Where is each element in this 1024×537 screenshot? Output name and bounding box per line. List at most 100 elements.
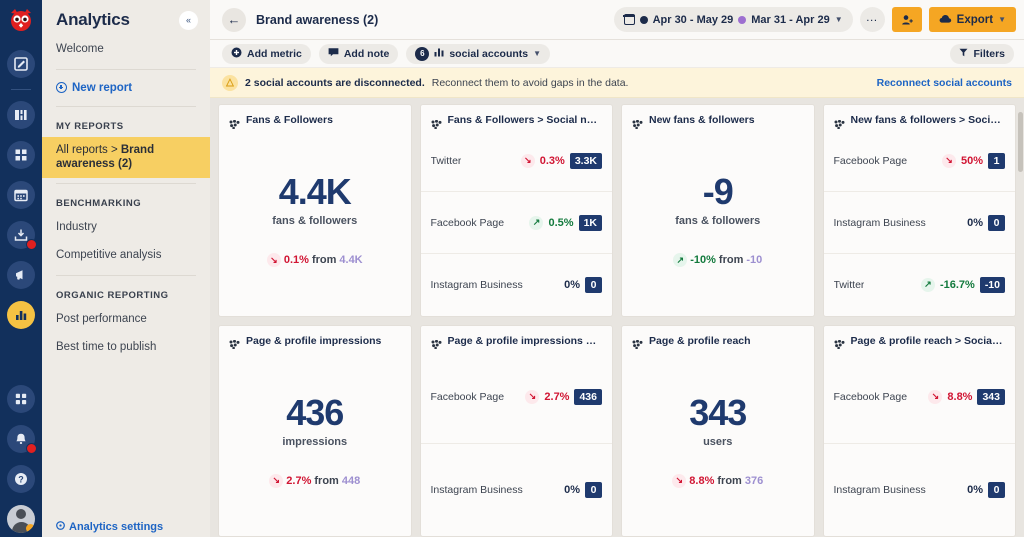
streams-icon[interactable] [7,101,35,129]
row-delta-pct: 8.8% [947,390,973,403]
bar-chart-icon [434,47,444,60]
row-metrics: 0% 0 [962,214,1005,231]
row-account-name: Facebook Page [833,390,908,403]
trend-down-icon: ↘ [928,389,943,404]
hootsuite-owl-logo[interactable] [6,6,36,36]
add-note-button[interactable]: Add note [318,43,399,64]
add-metric-button[interactable]: Add metric [222,43,311,64]
plus-circle-icon [56,82,67,94]
metric-card-title: Fans & Followers > Social net… [447,114,603,126]
row-delta-pct: 0% [564,483,580,496]
filters-button[interactable]: Filters [950,43,1014,64]
export-button[interactable]: Export ▼ [928,7,1016,32]
avatar[interactable] [7,505,35,533]
row-value-badge: 3.3K [569,152,602,169]
table-row[interactable]: Facebook Page ↗ 0.5% 1K [420,191,612,253]
table-row[interactable]: Instagram Business 0% 0 [823,442,1015,536]
row-account-name: Facebook Page [833,154,908,167]
calendar-icon[interactable] [7,181,35,209]
metric-card[interactable]: Fans & Followers > Social net… Twitter ↘ 0.… [419,104,613,317]
sidebar-item-welcome[interactable]: Welcome [42,36,210,64]
row-metrics: ↘ 0.3% 3.3K [520,152,602,169]
drag-handle-icon[interactable] [632,336,643,350]
help-icon[interactable]: ? [7,465,35,493]
report-title: Brand awareness (2) [256,12,379,27]
metric-card-title: Page & profile reach > Social n… [850,334,1006,347]
table-row[interactable]: Facebook Page ↘ 8.8% 343 [824,351,1016,443]
table-row[interactable]: Instagram Business 0% 0 [420,253,612,315]
metric-card[interactable]: Page & profile impressions 436 impressions… [218,324,412,537]
sidebar-item-best-time-to-publish[interactable]: Best time to publish [42,334,210,362]
more-options-button[interactable]: … [859,7,885,32]
table-row[interactable]: Instagram Business 0% 0 [823,191,1015,253]
notifications-bell-icon[interactable] [7,425,37,454]
apps-grid-icon[interactable] [7,385,35,413]
metric-delta: ↘ 8.8% from 376 [672,473,763,488]
share-report-button[interactable] [891,7,922,32]
drag-handle-icon[interactable] [834,116,845,129]
sidebar-item-industry[interactable]: Industry [42,214,210,242]
compose-icon[interactable] [7,50,35,78]
drag-handle-icon[interactable] [431,116,442,129]
metric-card-header: New fans & followers > Social … [824,105,1016,130]
analytics-settings-link[interactable]: Analytics settings [42,515,210,537]
analytics-settings-label: Analytics settings [69,521,164,533]
amplify-megaphone-icon[interactable] [7,261,35,289]
metric-card[interactable]: Fans & Followers 4.4K fans & followers ↘ 0.1… [218,104,412,317]
board-scrollbar[interactable] [1018,112,1023,172]
metric-card-title: New fans & followers [649,114,755,126]
row-metrics: 0% 0 [962,481,1005,498]
sidebar-item-post-performance[interactable]: Post performance [42,306,210,334]
row-account-name: Facebook Page [430,390,505,403]
back-button[interactable]: ← [222,7,246,32]
sidebar-item-competitive-analysis[interactable]: Competitive analysis [42,242,210,270]
metric-delta-pct: 8.8% [689,474,715,487]
sidebar-section-my-reports: MY REPORTS [56,120,124,132]
note-icon [328,47,339,60]
drag-handle-icon[interactable] [632,116,643,129]
table-row[interactable]: Facebook Page ↘ 50% 1 [824,130,1016,191]
collapse-sidebar-button[interactable]: « [179,10,198,30]
social-accounts-selector[interactable]: 6 social accounts ▼ [406,43,551,64]
row-metrics: ↗ -16.7% -10 [920,276,1005,293]
metric-card-header: Page & profile reach > Social n… [824,326,1016,351]
new-report-button[interactable]: New report [42,75,210,101]
table-row[interactable]: Twitter ↗ -16.7% -10 [823,253,1015,315]
metric-breakdown-rows: Facebook Page ↘ 50% 1 Instagram Business 0% 0 T… [823,130,1016,316]
row-delta-pct: 0% [967,216,983,229]
sidebar-divider [56,274,196,276]
drag-handle-icon[interactable] [229,116,240,129]
row-value-badge: 0 [988,214,1005,231]
metric-card[interactable]: Page & profile impressions > S… Facebook … [419,324,613,537]
table-row[interactable]: Instagram Business 0% 0 [420,442,612,536]
metric-card[interactable]: Page & profile reach > Social n… Facebook… [822,324,1016,537]
main-content: ← Brand awareness (2) Apr 30 - May 29 Ma… [210,0,1024,537]
date-range-picker[interactable]: Apr 30 - May 29 Mar 31 - Apr 29 ▼ [613,7,853,32]
table-row[interactable]: Facebook Page ↘ 2.7% 436 [421,351,613,443]
row-account-name: Instagram Business [430,483,523,496]
drag-handle-icon[interactable] [431,336,442,350]
analytics-sidebar: Analytics « Welcome New report MY REPORT… [42,0,210,537]
chevron-down-icon: ▼ [834,15,843,24]
trend-down-icon: ↘ [672,473,687,488]
metric-unit-label: fans & followers [675,215,761,228]
calendar-icon [623,14,635,25]
metric-breakdown-rows: Facebook Page ↘ 8.8% 343 Instagram Business 0… [823,351,1016,537]
inbox-icon[interactable] [7,221,37,250]
planner-grid-icon[interactable] [7,141,35,169]
drag-handle-icon[interactable] [229,336,240,350]
metric-card[interactable]: Page & profile reach 343 users ↘ 8.8% from 3… [621,324,815,537]
filter-funnel-icon [959,48,968,60]
metrics-board: Fans & Followers 4.4K fans & followers ↘ 0.1… [210,98,1024,537]
sidebar-item-brand-awareness[interactable]: All reports > Brand awareness (2) [42,136,210,179]
metric-card[interactable]: New fans & followers > Social … Facebook … [822,104,1016,317]
trend-up-icon: ↗ [920,277,935,292]
metric-delta-from-word: from [314,474,339,487]
metric-card-header: Page & profile impressions > S… [421,326,613,351]
metric-card[interactable]: New fans & followers -9 fans & followers ↗ -… [621,104,815,317]
drag-handle-icon[interactable] [834,336,845,350]
reconnect-social-accounts-link[interactable]: Reconnect social accounts [877,77,1012,89]
row-account-name: Instagram Business [430,278,523,291]
table-row[interactable]: Twitter ↘ 0.3% 3.3K [421,130,613,191]
analytics-icon[interactable] [7,301,35,329]
